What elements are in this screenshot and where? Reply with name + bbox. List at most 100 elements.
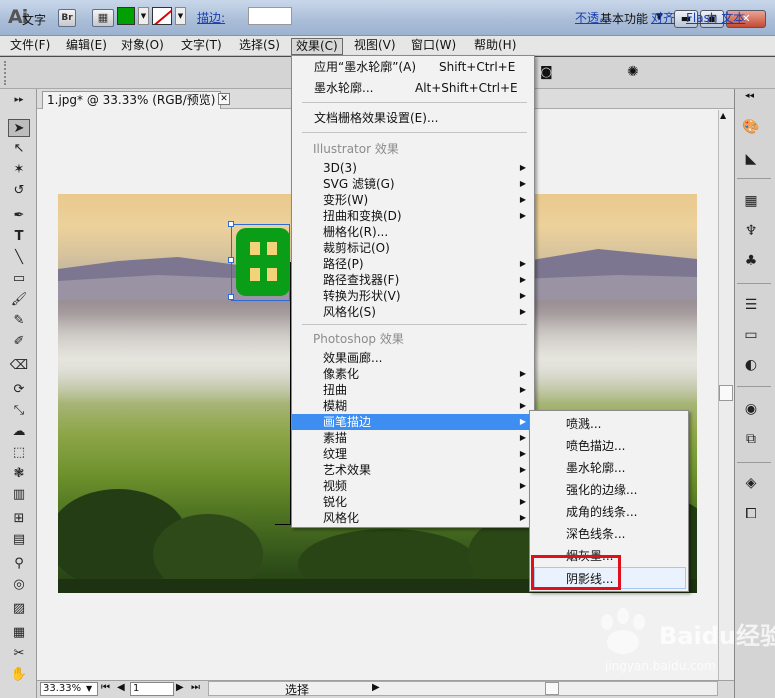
scale-tool[interactable]: ⤡ — [8, 402, 30, 420]
menu-item-svg-filters[interactable]: SVG 滤镜(G) ▶ — [292, 176, 534, 192]
menu-type[interactable]: 文字(T) — [177, 38, 226, 55]
menu-window[interactable]: 窗口(W) — [407, 38, 460, 55]
submenu-item-dark-strokes[interactable]: 深色线条... — [530, 523, 688, 545]
stroke-color-swatch[interactable] — [152, 7, 172, 25]
close-tab-icon[interactable]: ✕ — [218, 93, 230, 105]
collapse-panel-icon[interactable]: ▸▸ — [8, 91, 30, 109]
eraser-tool[interactable]: ⌫ — [8, 357, 30, 375]
lasso-tool[interactable]: ↺ — [8, 182, 30, 200]
fill-color-swatch[interactable] — [117, 7, 135, 25]
submenu-item-angled-strokes[interactable]: 成角的线条... — [530, 501, 688, 523]
prev-page-icon[interactable]: ◀ — [117, 682, 125, 693]
menu-item-sharpen[interactable]: 锐化 ▶ — [292, 494, 534, 510]
menu-item-video[interactable]: 视频 ▶ — [292, 478, 534, 494]
menu-select[interactable]: 选择(S) — [235, 38, 284, 55]
menu-item-distort[interactable]: 扭曲 ▶ — [292, 382, 534, 398]
menu-item-path[interactable]: 路径(P) ▶ — [292, 256, 534, 272]
scroll-up-icon[interactable]: ▲ — [720, 111, 726, 120]
pen-tool[interactable]: ✒ — [8, 207, 30, 225]
resize-handle[interactable] — [228, 257, 234, 263]
menu-item-effect-gallery[interactable]: 效果画廊... — [292, 350, 534, 366]
paintbrush-tool[interactable]: 🖌 — [8, 291, 30, 309]
menu-view[interactable]: 视图(V) — [350, 38, 400, 55]
selection-tool[interactable]: ➤ — [8, 119, 30, 137]
mesh-tool[interactable]: ⊞ — [8, 510, 30, 528]
brushes-icon[interactable]: ♆ — [741, 222, 761, 240]
control-bar-grip[interactable] — [4, 61, 10, 85]
menu-item-distort-transform[interactable]: 扭曲和变换(D) ▶ — [292, 208, 534, 224]
pencil-tool[interactable]: ✎ — [8, 312, 30, 330]
menu-item-crop-marks[interactable]: 裁剪标记(O) — [292, 240, 534, 256]
apply-last-effect-item[interactable]: 应用“墨水轮廓”(A) Shift+Ctrl+E — [292, 59, 534, 75]
menu-item-stylize-ai[interactable]: 风格化(S) ▶ — [292, 304, 534, 320]
page-number-field[interactable]: 1 — [130, 682, 174, 696]
submenu-item-accented-edges[interactable]: 强化的边缘... — [530, 479, 688, 501]
gradient-panel-icon[interactable]: ▭ — [741, 326, 761, 344]
stroke-weight-field[interactable] — [248, 7, 292, 25]
resize-handle[interactable] — [228, 221, 234, 227]
collapse-dock-icon[interactable]: ◂◂ — [745, 91, 754, 101]
submenu-item-sprayed-strokes[interactable]: 喷色描边... — [530, 435, 688, 457]
transparency-icon[interactable]: ◐ — [741, 356, 761, 374]
submenu-item-ink-outlines[interactable]: 墨水轮廓... — [530, 457, 688, 479]
menu-item-sketch[interactable]: 素描 ▶ — [292, 430, 534, 446]
flash-text-link[interactable]: Flash 文本 — [686, 9, 745, 26]
rotate-tool[interactable]: ⟳ — [8, 381, 30, 399]
gradient-tool[interactable]: ▤ — [8, 531, 30, 549]
opacity-link[interactable]: 不透... — [575, 9, 610, 26]
rectangle-tool[interactable]: ▭ — [8, 270, 30, 288]
hand-tool[interactable]: ✋ — [8, 666, 30, 684]
menu-item-warp[interactable]: 变形(W) ▶ — [292, 192, 534, 208]
artboards-icon[interactable]: ⧠ — [741, 505, 761, 523]
menu-file[interactable]: 文件(F) — [6, 38, 54, 55]
slice-tool[interactable]: ▦ — [8, 624, 30, 642]
chevron-down-icon[interactable]: ▼ — [86, 684, 92, 693]
vertical-scroll-thumb[interactable] — [719, 385, 733, 401]
menu-item-pathfinder[interactable]: 路径查找器(F) ▶ — [292, 272, 534, 288]
line-tool[interactable]: ╲ — [8, 249, 30, 267]
align-link[interactable]: 对齐 — [651, 9, 675, 26]
menu-item-3d[interactable]: 3D(3) ▶ — [292, 160, 534, 176]
blend-tool[interactable]: ◎ — [8, 576, 30, 594]
stroke-link[interactable]: 描边: — [197, 9, 225, 26]
column-graph-tool[interactable]: ▥ — [8, 486, 30, 504]
horizontal-scroll-thumb[interactable] — [545, 682, 559, 695]
scissors-tool[interactable]: ✂ — [8, 645, 30, 663]
menu-item-blur[interactable]: 模糊 ▶ — [292, 398, 534, 414]
symbol-sprayer-tool[interactable]: ❃ — [8, 465, 30, 483]
menu-item-texture[interactable]: 纹理 ▶ — [292, 446, 534, 462]
direct-selection-tool[interactable]: ↖ — [8, 140, 30, 158]
eyedropper-tool[interactable]: ⚲ — [8, 555, 30, 573]
menu-item-artistic[interactable]: 艺术效果 ▶ — [292, 462, 534, 478]
color-panel-icon[interactable]: 🎨 — [741, 118, 761, 136]
layers-icon[interactable]: ◈ — [741, 474, 761, 492]
menu-item-pixelate[interactable]: 像素化 ▶ — [292, 366, 534, 382]
menu-item-convert-to-shape[interactable]: 转换为形状(V) ▶ — [292, 288, 534, 304]
menu-item-brush-strokes[interactable]: 画笔描边 ▶ — [292, 414, 534, 430]
blob-brush-tool[interactable]: ✐ — [8, 333, 30, 351]
fill-dropdown[interactable]: ▼ — [138, 7, 149, 25]
menu-item-stylize-ps[interactable]: 风格化 ▶ — [292, 510, 534, 526]
appearance-icon[interactable]: ◉ — [741, 400, 761, 418]
menu-edit[interactable]: 编辑(E) — [62, 38, 111, 55]
bridge-button[interactable]: Br — [58, 9, 76, 27]
menu-help[interactable]: 帮助(H) — [470, 38, 520, 55]
stroke-panel-icon[interactable]: ☰ — [741, 296, 761, 314]
submenu-item-spatter[interactable]: 喷溅... — [530, 413, 688, 435]
free-transform-tool[interactable]: ⬚ — [8, 444, 30, 462]
graphic-style-icon[interactable]: ◙ — [540, 65, 553, 80]
warp-tool[interactable]: ☁ — [8, 423, 30, 441]
menu-effect[interactable]: 效果(C) — [291, 38, 343, 55]
next-page-icon[interactable]: ▶ — [176, 682, 184, 693]
document-raster-settings-item[interactable]: 文档栅格效果设置(E)... — [292, 110, 534, 126]
menu-item-rasterize[interactable]: 栅格化(R)... — [292, 224, 534, 240]
resize-handle[interactable] — [228, 294, 234, 300]
graphic-styles-icon[interactable]: ⧉ — [741, 430, 761, 448]
last-page-icon[interactable]: ⏭ — [191, 682, 200, 693]
last-effect-item[interactable]: 墨水轮廓... Alt+Shift+Ctrl+E — [292, 80, 534, 96]
menu-object[interactable]: 对象(O) — [117, 38, 168, 55]
symbols-icon[interactable]: ♣ — [741, 252, 761, 270]
stroke-dropdown[interactable]: ▼ — [175, 7, 186, 25]
magic-wand-tool[interactable]: ✶ — [8, 161, 30, 179]
recolor-icon[interactable]: ✺ — [627, 64, 639, 80]
